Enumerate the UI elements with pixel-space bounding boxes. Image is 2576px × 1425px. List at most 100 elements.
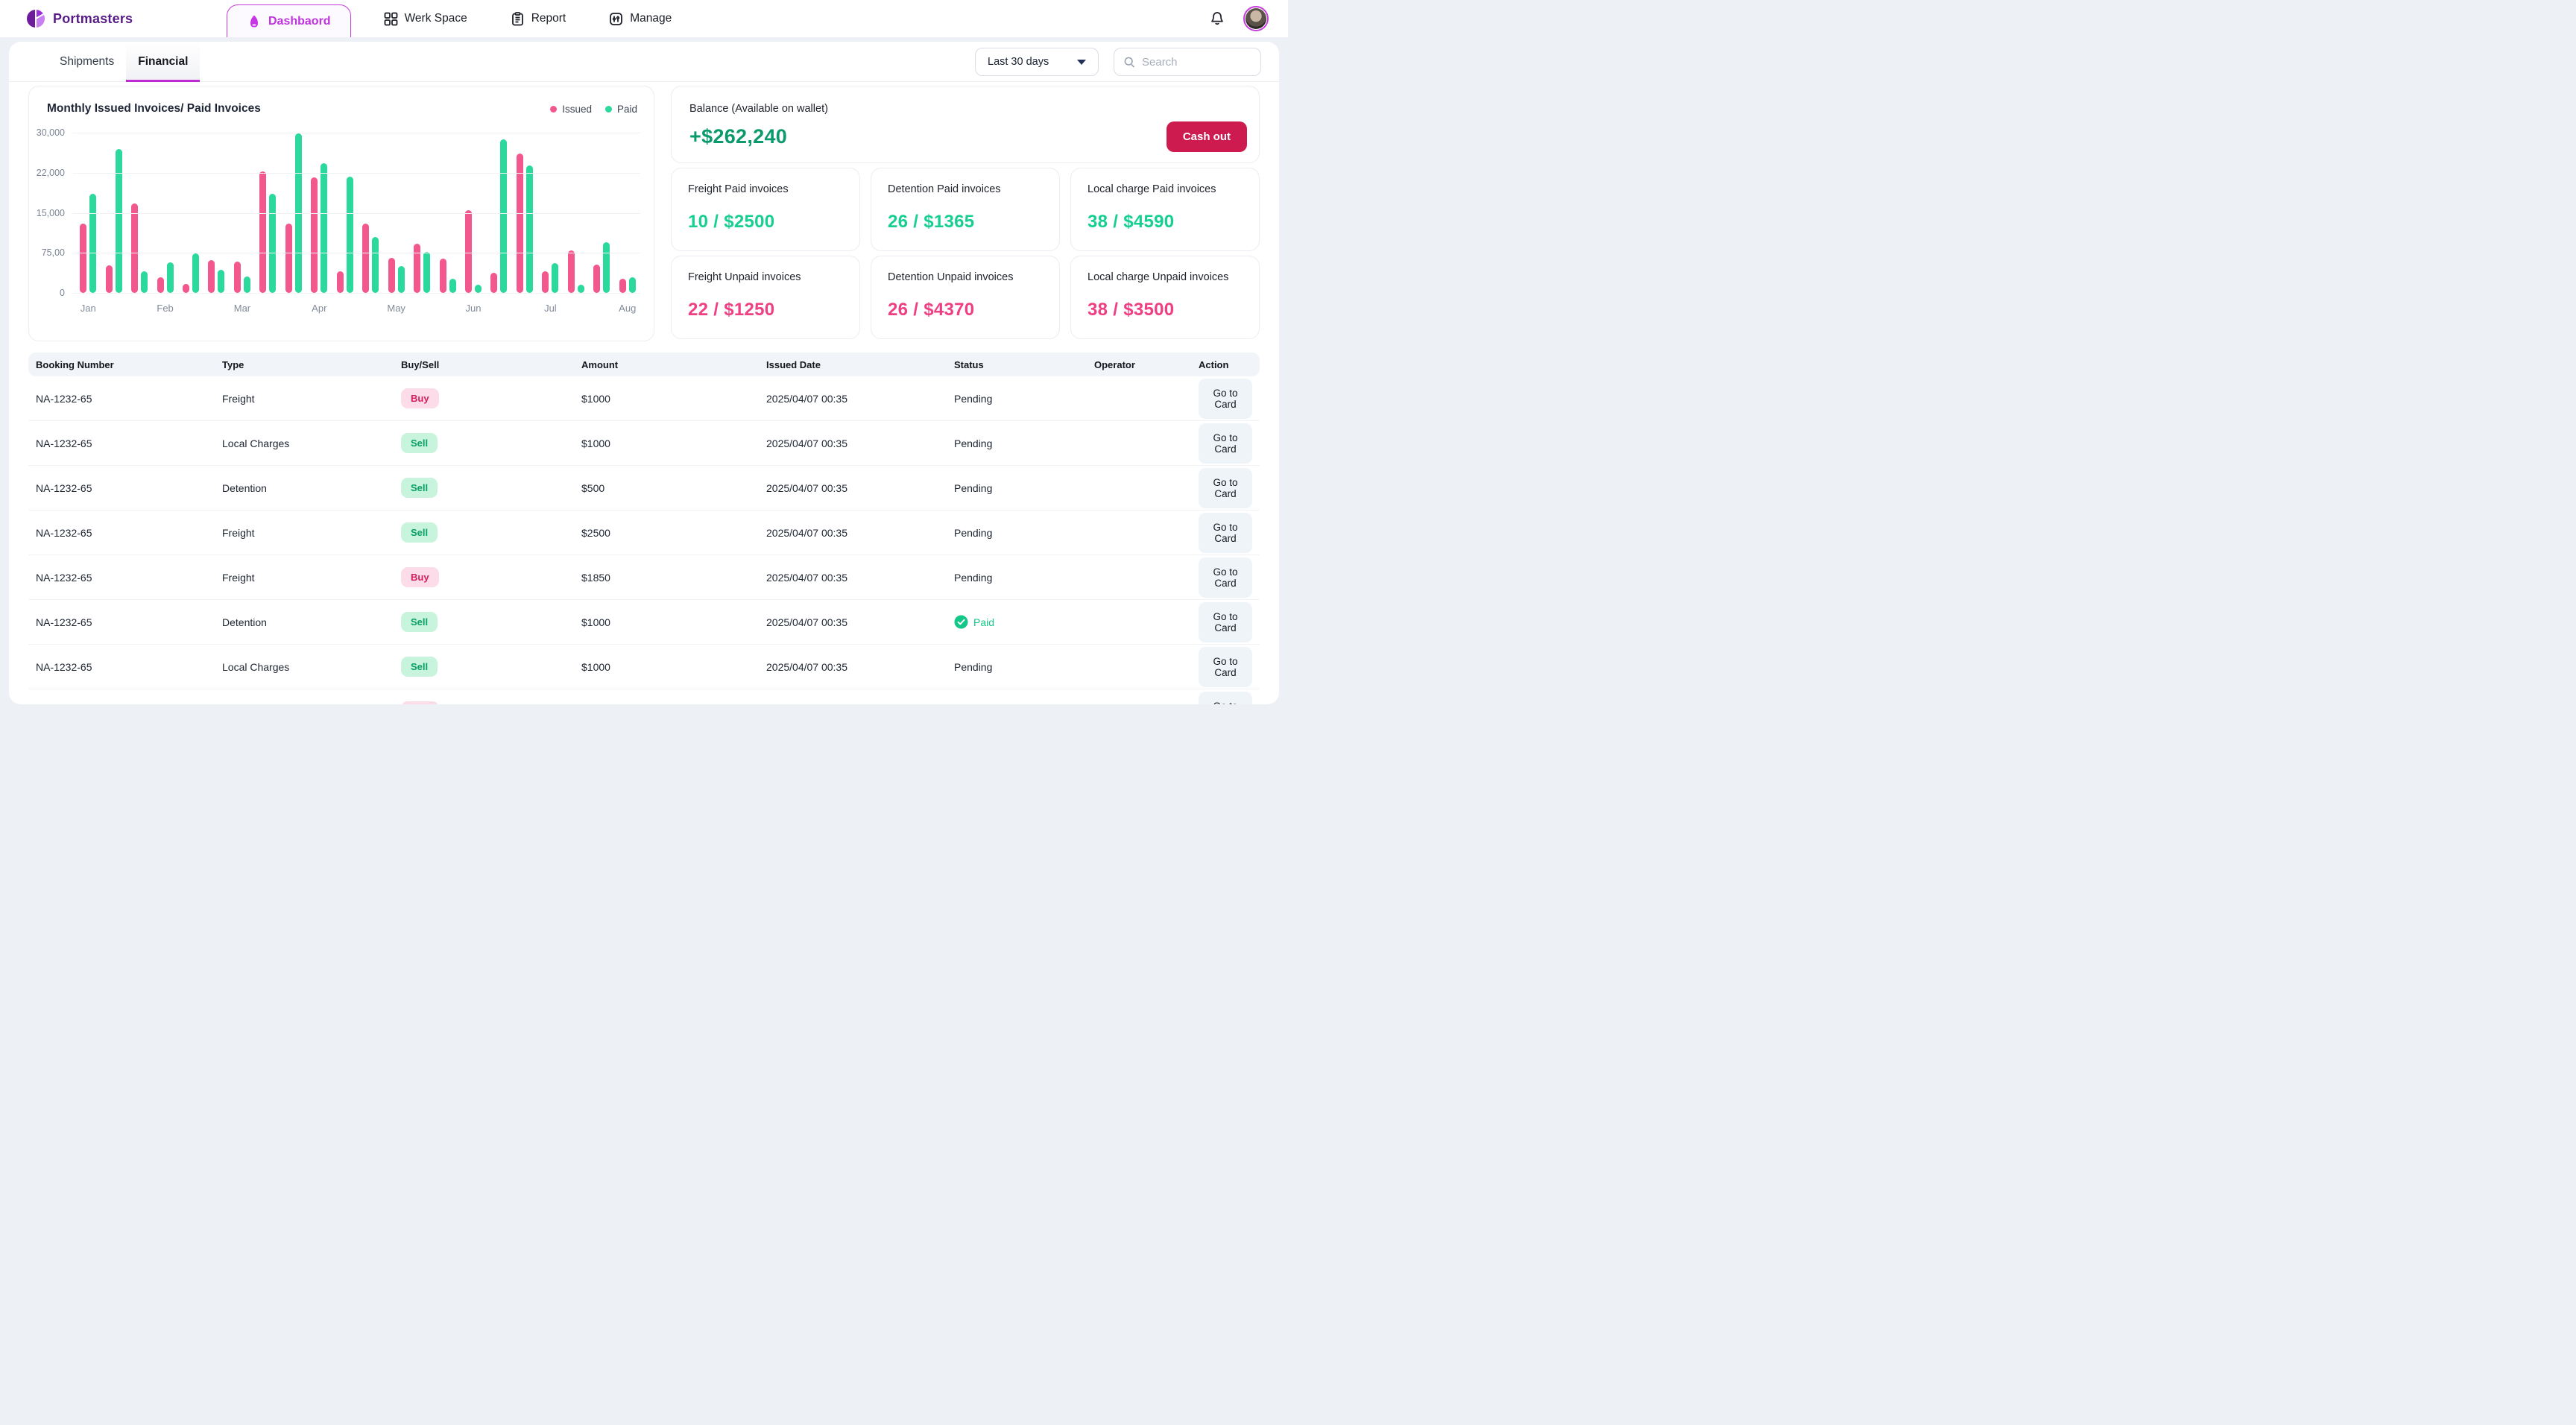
paid-bar (578, 285, 584, 293)
go-to-card-button[interactable]: Go to Card (1199, 692, 1252, 705)
paid-bar (500, 139, 507, 293)
search-box (1114, 48, 1261, 76)
brand: Portmasters (25, 0, 133, 37)
y-axis-tick: 22,000 (37, 168, 65, 178)
clipboard-icon (511, 12, 525, 26)
paid-bar (552, 263, 558, 293)
buy-sell-badge: Sell (401, 612, 438, 632)
status-cell: Paid (954, 615, 1094, 629)
tab-financial[interactable]: Financial (126, 42, 200, 82)
col-buy-sell: Buy/Sell (401, 359, 581, 370)
nav-item-workspace[interactable]: Werk Space (384, 0, 467, 37)
issued-bar (208, 260, 215, 293)
table-body: NA-1232-65 Freight Buy $1000 2025/04/07 … (28, 376, 1260, 704)
cash-out-button[interactable]: Cash out (1167, 121, 1247, 152)
paid-bar (269, 194, 276, 293)
grid-icon (384, 12, 398, 26)
nav-item-manage[interactable]: Manage (609, 0, 672, 37)
user-avatar[interactable] (1243, 6, 1269, 31)
col-operator: Operator (1094, 359, 1199, 370)
go-to-card-button[interactable]: Go to Card (1199, 513, 1252, 553)
col-status: Status (954, 359, 1094, 370)
amount-cell: $1850 (581, 572, 766, 584)
nav-item-report[interactable]: Report (511, 0, 566, 37)
buy-sell-badge: Buy (401, 388, 439, 408)
col-action: Action (1199, 359, 1252, 370)
go-to-card-button[interactable]: Go to Card (1199, 423, 1252, 464)
buy-sell-badge: Sell (401, 657, 438, 677)
stat-label: Detention Paid invoices (888, 183, 1043, 195)
buy-sell-badge: Sell (401, 478, 438, 498)
nav-right (1209, 0, 1269, 37)
tab-shipments[interactable]: Shipments (48, 42, 126, 82)
type-cell: Local Charges (222, 661, 401, 673)
stat-card: Detention Paid invoices 26 / $1365 (871, 168, 1060, 251)
amount-cell: $1000 (581, 393, 766, 405)
status-label: Pending (954, 393, 992, 405)
search-input[interactable] (1142, 56, 1251, 69)
go-to-card-button[interactable]: Go to Card (1199, 379, 1252, 419)
issued-bar (285, 224, 292, 293)
x-axis-month-label: May (387, 303, 405, 314)
issued-bar (106, 265, 113, 293)
paid-check-icon (954, 615, 968, 629)
issued-bar (362, 224, 369, 293)
stat-label: Detention Unpaid invoices (888, 271, 1043, 283)
x-axis-month-label: Aug (619, 303, 636, 314)
top-nav: Portmasters Dashbaord Werk Space (0, 0, 1288, 37)
issued-bar (388, 258, 395, 293)
period-dropdown[interactable]: Last 30 days (975, 48, 1099, 76)
status-cell: Pending (954, 393, 1094, 405)
status-label: Pending (954, 482, 992, 494)
portmasters-logo-icon (25, 8, 46, 29)
issued-date-cell: 2025/04/07 00:35 (766, 393, 954, 405)
issued-bar (157, 277, 164, 294)
buy-sell-badge: Buy (401, 567, 439, 587)
table-row: NA-1232-65 Freight Buy $1000 2025/04/07 … (28, 376, 1260, 421)
go-to-card-button[interactable]: Go to Card (1199, 647, 1252, 687)
x-axis-month-label: Feb (157, 303, 173, 314)
issued-bar (465, 210, 472, 293)
nav-item-label: Dashbaord (268, 15, 331, 28)
col-type: Type (222, 359, 401, 370)
status-label: Paid (973, 616, 994, 628)
go-to-card-button[interactable]: Go to Card (1199, 557, 1252, 598)
tab-label: Financial (138, 55, 188, 69)
table-header: Booking Number Type Buy/Sell Amount Issu… (28, 353, 1260, 376)
status-cell: Pending (954, 437, 1094, 449)
go-to-card-button[interactable]: Go to Card (1199, 468, 1252, 508)
paid-bar (192, 253, 199, 293)
paid-bar (603, 242, 610, 293)
nav-item-dashboard[interactable]: Dashbaord (227, 4, 351, 37)
booking-number-cell: NA-1232-65 (36, 437, 222, 449)
paid-bar (423, 252, 430, 293)
search-icon (1123, 56, 1136, 69)
nav-center: Dashbaord Werk Space Report (227, 0, 715, 37)
legend-label: Paid (617, 104, 637, 115)
booking-number-cell: NA-1232-65 (36, 527, 222, 539)
issued-bar (414, 244, 420, 293)
sub-tabbar: Shipments Financial Last 30 days (9, 42, 1279, 82)
issued-bar (234, 262, 241, 293)
chart-legend: Issued Paid (550, 104, 637, 115)
legend-label: Issued (562, 104, 592, 115)
amount-cell: $1000 (581, 661, 766, 673)
gridline: 22,000 (72, 173, 640, 174)
booking-number-cell: NA-1232-65 (36, 661, 222, 673)
x-axis-month-label: Jan (80, 303, 96, 314)
nav-item-label: Manage (630, 12, 672, 25)
issued-date-cell: 2025/04/07 00:35 (766, 661, 954, 673)
amount-cell: $1000 (581, 437, 766, 449)
paid-bar (347, 177, 353, 293)
stat-value: 10 / $2500 (688, 212, 843, 233)
stat-value: 26 / $4370 (888, 300, 1043, 320)
status-label: Pending (954, 437, 992, 449)
type-cell: Local Charges (222, 437, 401, 449)
go-to-card-button[interactable]: Go to Card (1199, 602, 1252, 642)
nav-item-label: Werk Space (405, 12, 467, 25)
stat-label: Local charge Paid invoices (1087, 183, 1243, 195)
legend-item-issued: Issued (550, 104, 592, 115)
balance-amount: +$262,240 (689, 125, 1241, 148)
paid-bar (526, 165, 533, 293)
bell-icon[interactable] (1209, 10, 1225, 27)
